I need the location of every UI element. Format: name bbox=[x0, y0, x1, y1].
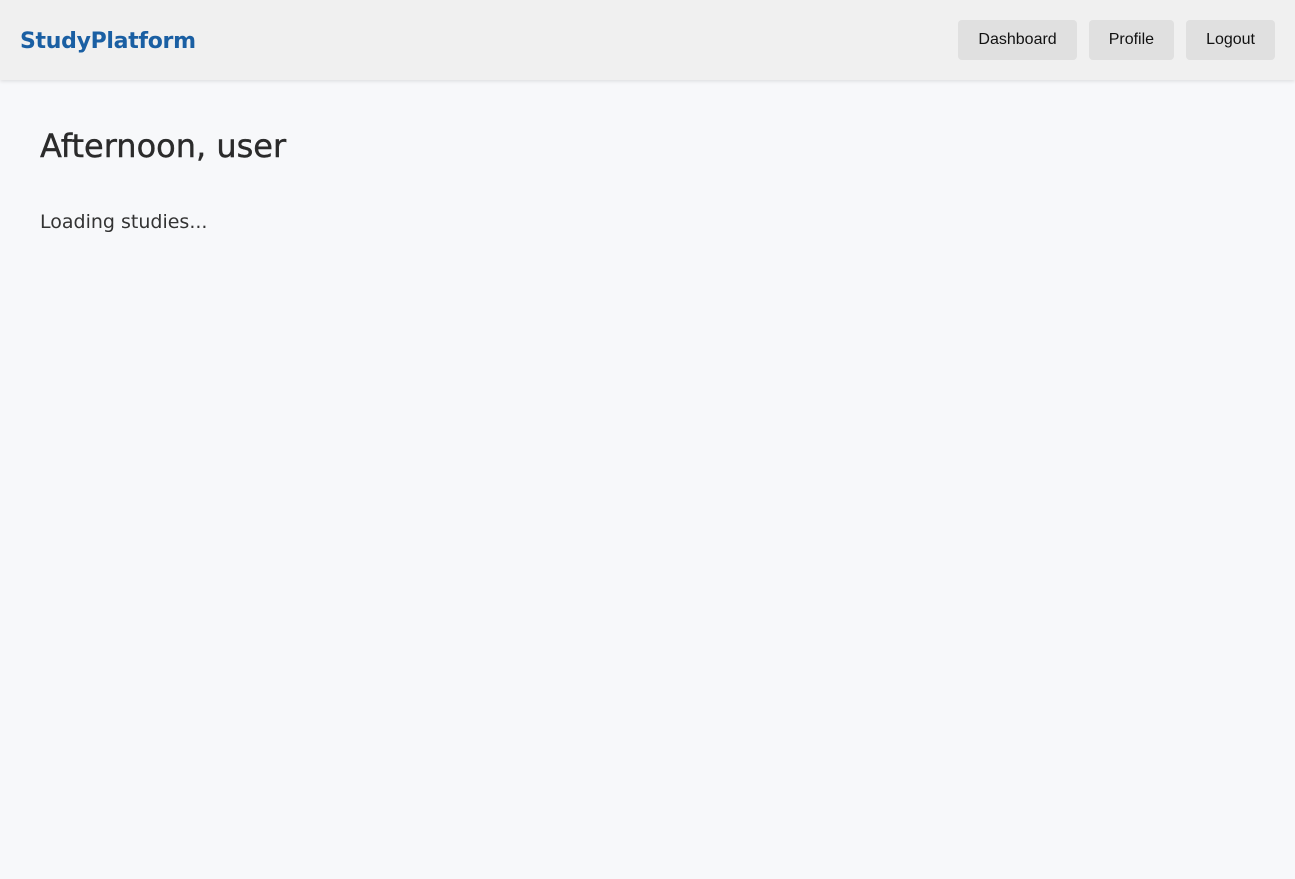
brand-logo-text[interactable]: StudyPlatform bbox=[20, 27, 196, 57]
profile-button[interactable]: Profile bbox=[1088, 20, 1175, 60]
dashboard-button[interactable]: Dashboard bbox=[958, 20, 1077, 60]
nav-buttons: Dashboard Profile Logout bbox=[958, 20, 1275, 60]
top-navigation-bar: StudyPlatform Dashboard Profile Logout bbox=[0, 0, 1295, 80]
page-title: Afternoon, user bbox=[40, 127, 287, 165]
logout-button[interactable]: Logout bbox=[1186, 20, 1275, 60]
loading-status-text: Loading studies... bbox=[40, 211, 208, 233]
